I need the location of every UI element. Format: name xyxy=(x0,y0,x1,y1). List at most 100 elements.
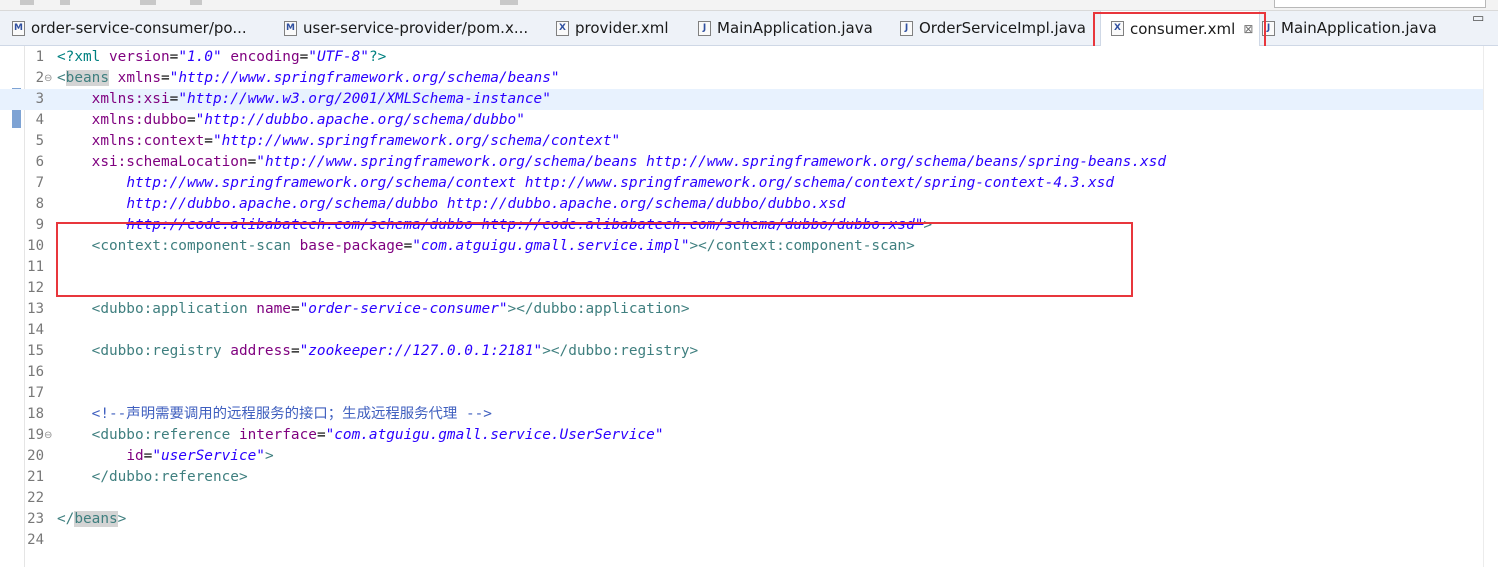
code-line[interactable]: 21 </dubbo:reference> xyxy=(0,467,1484,488)
line-number: 9 xyxy=(35,217,44,233)
code-line[interactable]: 14 xyxy=(0,320,1484,341)
code-text: </beans> xyxy=(57,509,126,530)
xml-tag: <dubbo:application xyxy=(91,301,257,317)
plain-text xyxy=(57,427,92,443)
xml-tag: <context:component-scan xyxy=(91,238,300,254)
code-editor[interactable]: 1 <?xml version="1.0" encoding="UTF-8"?> 2… xyxy=(0,46,1498,567)
quick-access-field[interactable] xyxy=(1274,0,1486,8)
minimize-icon[interactable]: ▭ xyxy=(1472,11,1484,26)
plain-text: = xyxy=(169,91,179,107)
code-text: xsi:schemaLocation="http://www.springfra… xyxy=(57,152,1166,173)
xml-tag: </ xyxy=(57,511,75,527)
code-line[interactable]: 9 http://code.alibabatech.com/schema/dub… xyxy=(0,215,1484,236)
plain-text: = xyxy=(247,154,257,170)
code-line[interactable]: 13 <dubbo:application name="order-servic… xyxy=(0,299,1484,320)
line-number: 22 xyxy=(27,490,44,506)
fold-toggle-icon[interactable]: ⊖ xyxy=(44,425,54,446)
code-line[interactable]: 2 ⊖ <beans xmlns="http://www.springframewo… xyxy=(0,68,1484,89)
code-line[interactable]: 17 xyxy=(0,383,1484,404)
line-number: 8 xyxy=(35,196,44,212)
xml-attribute-value: "http://www.springframework.org/schema/b… xyxy=(169,70,560,86)
line-number: 6 xyxy=(35,154,44,170)
tab-main-application-java[interactable]: J MainApplication.java xyxy=(698,11,873,45)
plain-text xyxy=(222,49,231,65)
code-text: <dubbo:application name="order-service-c… xyxy=(57,299,690,320)
code-text: xmlns:dubbo="http://dubbo.apache.org/sch… xyxy=(57,110,525,131)
code-line[interactable]: 24 xyxy=(0,530,1484,551)
code-text: <!--声明需要调用的远程服务的接口；生成远程服务代理 --> xyxy=(57,404,492,425)
code-line[interactable]: 22 xyxy=(0,488,1484,509)
xml-tag: < xyxy=(57,70,66,86)
code-line[interactable]: 16 xyxy=(0,362,1484,383)
code-text: xmlns:xsi="http://www.w3.org/2001/XMLSch… xyxy=(57,89,551,110)
tab-provider-xml[interactable]: X provider.xml xyxy=(556,11,669,45)
code-line[interactable]: 20 id="userService"> xyxy=(0,446,1484,467)
line-number: 12 xyxy=(27,280,44,296)
java-file-icon: J xyxy=(698,20,711,36)
xml-attribute-value: http://dubbo.apache.org/schema/dubbo htt… xyxy=(126,196,846,212)
plain-text xyxy=(57,238,92,254)
tab-order-service-impl-java[interactable]: J OrderServiceImpl.java xyxy=(900,11,1086,45)
code-line[interactable]: 23 </beans> xyxy=(0,509,1484,530)
line-number: 10 xyxy=(27,238,44,254)
plain-text: = xyxy=(403,238,413,254)
line-number: 18 xyxy=(27,406,44,422)
xml-tag: > xyxy=(117,511,127,527)
xml-attribute-value: "http://www.springframework.org/schema/c… xyxy=(212,133,621,149)
tab-consumer-xml[interactable]: X consumer.xml ⊠ xyxy=(1100,11,1260,46)
code-line[interactable]: 10 <context:component-scan base-package=… xyxy=(0,236,1484,257)
code-line[interactable]: 7 http://www.springframework.org/schema/… xyxy=(0,173,1484,194)
code-text: id="userService"> xyxy=(57,446,273,467)
code-line[interactable]: 4 xmlns:dubbo="http://dubbo.apache.org/s… xyxy=(0,110,1484,131)
xml-attribute: xsi:schemaLocation xyxy=(91,154,248,170)
plain-text xyxy=(57,154,92,170)
xml-attribute-value: "http://www.w3.org/2001/XMLSchema-instan… xyxy=(178,91,551,107)
code-line[interactable]: 11 xyxy=(0,257,1484,278)
code-line[interactable]: 12 xyxy=(0,278,1484,299)
code-line[interactable]: 15 <dubbo:registry address="zookeeper://… xyxy=(0,341,1484,362)
xml-tag: </dubbo:reference> xyxy=(91,469,248,485)
xml-tag: <dubbo:registry xyxy=(91,343,231,359)
xml-comment: <!--声明需要调用的远程服务的接口；生成远程服务代理 --> xyxy=(91,406,492,422)
line-number: 1 xyxy=(35,49,44,65)
maven-file-icon: M xyxy=(284,20,297,36)
code-line[interactable]: 8 http://dubbo.apache.org/schema/dubbo h… xyxy=(0,194,1484,215)
close-icon[interactable]: ⊠ xyxy=(1243,22,1253,36)
line-number: 23 xyxy=(27,511,44,527)
plain-text xyxy=(57,301,92,317)
code-line[interactable]: 6 xsi:schemaLocation="http://www.springf… xyxy=(0,152,1484,173)
code-text: <dubbo:registry address="zookeeper://127… xyxy=(57,341,699,362)
code-line[interactable]: 1 <?xml version="1.0" encoding="UTF-8"?> xyxy=(0,47,1484,68)
xml-attribute: name xyxy=(256,301,291,317)
toolbar-strip xyxy=(0,0,1498,11)
plain-text: = xyxy=(143,448,153,464)
code-line[interactable]: 3 xmlns:xsi="http://www.w3.org/2001/XMLS… xyxy=(0,89,1484,110)
vertical-scrollbar[interactable] xyxy=(1483,46,1498,567)
code-line[interactable]: 5 xmlns:context="http://www.springframew… xyxy=(0,131,1484,152)
tab-label: OrderServiceImpl.java xyxy=(919,19,1086,37)
fold-toggle-icon[interactable]: ⊖ xyxy=(44,68,54,89)
maven-file-icon: M xyxy=(12,20,25,36)
tab-main-application-java-2[interactable]: J MainApplication.java xyxy=(1262,11,1437,45)
code-text: <context:component-scan base-package="co… xyxy=(57,236,915,257)
code-line[interactable]: 19 ⊖ <dubbo:reference interface="com.atgu… xyxy=(0,425,1484,446)
tab-label: consumer.xml xyxy=(1130,19,1236,38)
line-number: 16 xyxy=(27,364,44,380)
toolbar-icon xyxy=(140,0,156,5)
tab-label: MainApplication.java xyxy=(1281,19,1437,37)
xml-attribute: interface xyxy=(238,427,317,443)
plain-text xyxy=(57,448,126,464)
tab-order-service-consumer-pom[interactable]: M order-service-consumer/po... xyxy=(12,11,247,45)
line-number: 2 xyxy=(35,70,44,86)
xml-attribute: id xyxy=(126,448,144,464)
code-line[interactable]: 18 <!--声明需要调用的远程服务的接口；生成远程服务代理 --> xyxy=(0,404,1484,425)
plain-text: = xyxy=(299,49,309,65)
tab-user-service-provider-pom[interactable]: M user-service-provider/pom.x... xyxy=(284,11,528,45)
xml-file-icon: X xyxy=(1111,21,1124,36)
line-number: 21 xyxy=(27,469,44,485)
xml-attribute: version xyxy=(108,49,170,65)
line-number: 20 xyxy=(27,448,44,464)
xml-tag: > xyxy=(923,217,933,233)
tab-label: order-service-consumer/po... xyxy=(31,19,247,37)
plain-text: = xyxy=(204,133,213,149)
